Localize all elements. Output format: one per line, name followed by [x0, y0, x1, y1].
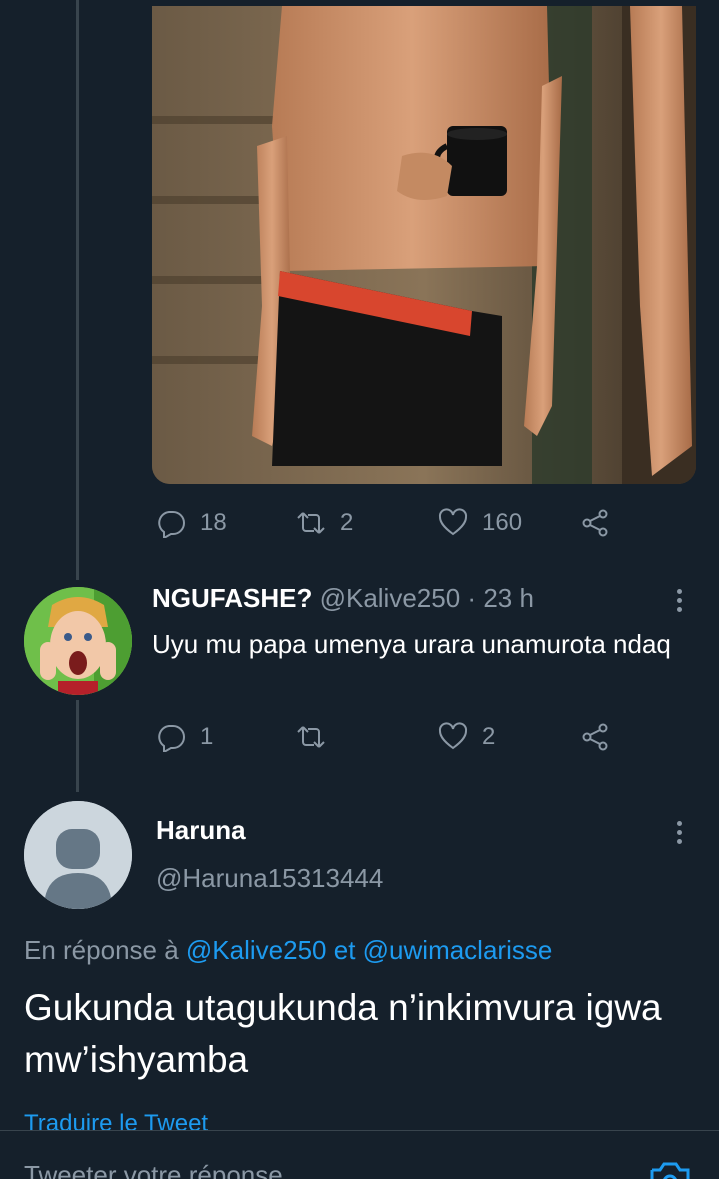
reply-icon [158, 511, 185, 538]
retweet-icon [297, 512, 325, 534]
separator: · [467, 583, 477, 613]
reply-count: 1 [200, 723, 214, 750]
mention-link[interactable]: @Kalive250 [186, 935, 327, 965]
like-button[interactable]: 160 [438, 508, 522, 538]
reply-actions: 1 2 [156, 722, 656, 754]
tweet-actions: 18 2 160 [156, 508, 656, 540]
main-author-handle[interactable]: @Haruna15313444 [156, 863, 383, 894]
main-tweet-text: Gukunda utagukunda n’inkimvura igwa mw’i… [24, 987, 662, 1080]
like-count: 2 [482, 723, 496, 750]
reply-header: NGUFASHE? @Kalive250 · 23 h [152, 583, 534, 614]
share-button[interactable] [580, 722, 610, 752]
share-button[interactable] [580, 508, 610, 538]
reply-text: Uyu mu papa umenya urara unamurota ndaq [152, 629, 671, 659]
avatar[interactable] [24, 587, 132, 695]
like-icon [438, 508, 468, 536]
reply-time[interactable]: 23 h [483, 583, 534, 613]
more-icon[interactable] [677, 589, 685, 616]
reply-icon [158, 725, 185, 752]
camera-icon[interactable] [648, 1156, 692, 1179]
more-icon[interactable] [677, 821, 685, 848]
retweet-button[interactable] [296, 722, 340, 752]
reply-button[interactable]: 1 [156, 722, 213, 752]
reply-author-name[interactable]: NGUFASHE? [152, 583, 312, 613]
reply-composer[interactable]: Tweeter votre réponse [24, 1160, 283, 1179]
like-count: 160 [482, 509, 523, 536]
mention-conjunction[interactable]: et [334, 935, 356, 965]
reply-button[interactable]: 18 [156, 508, 227, 538]
like-button[interactable]: 2 [438, 722, 495, 752]
retweet-button[interactable]: 2 [296, 508, 353, 538]
share-icon [582, 509, 608, 537]
thread-line [76, 700, 79, 792]
divider [0, 1130, 719, 1131]
like-icon [438, 722, 468, 750]
translate-link[interactable]: Traduire le Tweet [24, 1110, 208, 1130]
main-author-name[interactable]: Haruna [156, 815, 246, 846]
tweet-photo[interactable] [152, 6, 696, 484]
reply-context: En réponse à @Kalive250 et @uwimaclariss… [24, 935, 552, 966]
share-icon [582, 723, 608, 751]
retweet-count: 2 [340, 509, 354, 536]
reply-count: 18 [200, 509, 227, 536]
default-avatar[interactable] [24, 801, 132, 909]
mention-link[interactable]: @uwimaclarisse [363, 935, 553, 965]
reply-author-handle[interactable]: @Kalive250 [320, 583, 461, 613]
reply-prefix: En réponse à [24, 935, 179, 965]
retweet-icon [297, 726, 325, 748]
thread-line [76, 0, 79, 580]
